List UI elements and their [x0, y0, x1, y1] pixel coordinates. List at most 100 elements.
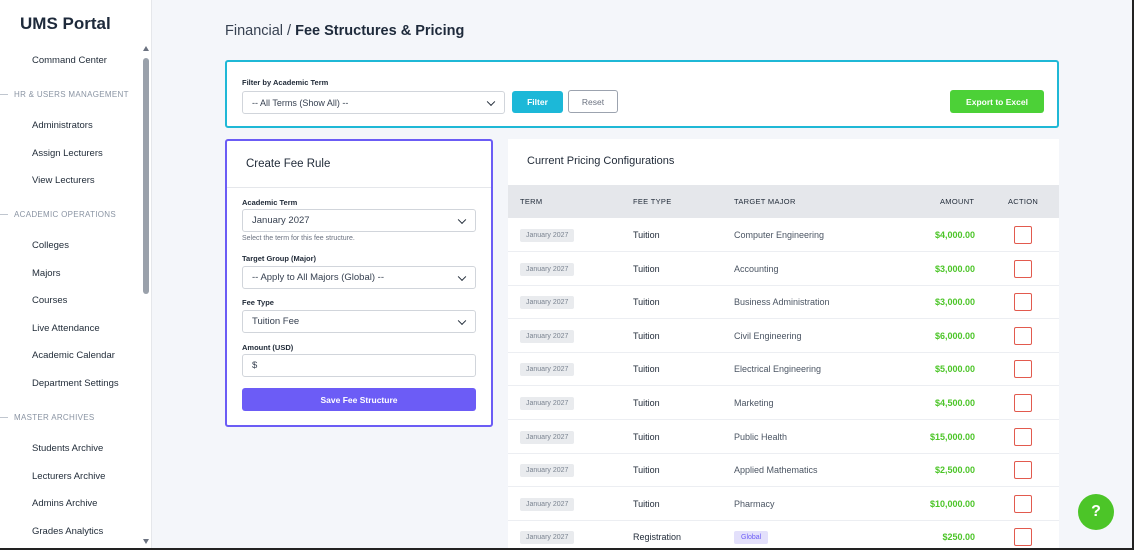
target-major-cell: Applied Mathematics [734, 465, 818, 476]
scroll-down-icon[interactable] [143, 539, 149, 544]
section-label: MASTER ARCHIVES [14, 413, 95, 422]
term-badge: January 2027 [520, 296, 575, 310]
amount-label: Amount (USD) [242, 343, 294, 352]
delete-action-button[interactable] [1014, 427, 1032, 446]
sidebar-item[interactable]: Live Attendance [32, 323, 100, 334]
amount-cell: $4,000.00 [934, 230, 975, 240]
sidebar-item[interactable]: View Lecturers [32, 175, 95, 186]
fee-type-label: Fee Type [242, 298, 274, 307]
page-title: Fee Structures & Pricing [295, 23, 465, 39]
sidebar-section-heading: HR & USERS MANAGEMENT [0, 90, 129, 99]
amount-input[interactable]: $ [242, 354, 476, 377]
delete-action-button[interactable] [1014, 326, 1032, 345]
fee-type-cell: Tuition [633, 230, 660, 240]
col-fee-type: FEE TYPE [633, 197, 672, 206]
sidebar-item[interactable]: Administrators [32, 120, 93, 131]
academic-term-select[interactable]: January 2027 [242, 209, 476, 232]
amount-cell: $250.00 [942, 532, 975, 543]
target-group-select[interactable]: -- Apply to All Majors (Global) -- [242, 266, 476, 289]
chevron-down-icon [457, 215, 467, 224]
delete-action-button[interactable] [1014, 394, 1032, 412]
academic-term-help: Select the term for this fee structure. [242, 235, 355, 242]
target-major-cell: Computer Engineering [734, 230, 825, 240]
amount-cell: $10,000.00 [929, 498, 975, 509]
term-badge: January 2027 [520, 430, 575, 444]
delete-action-button[interactable] [1014, 259, 1032, 278]
form-divider [227, 187, 491, 188]
create-fee-rule-form: Create Fee Rule Academic Term January 20… [225, 139, 493, 427]
table-row: January 2027 Tuition Marketing $4,500.00 [508, 386, 1059, 420]
amount-cell: $6,000.00 [934, 330, 975, 341]
sidebar-item[interactable]: Admins Archive [32, 498, 97, 509]
filter-button[interactable]: Filter [512, 91, 563, 113]
table-row: January 2027 Registration Global $250.00 [508, 520, 1059, 550]
term-badge: January 2027 [520, 497, 575, 511]
col-amount: AMOUNT [940, 197, 975, 206]
col-target-major: TARGET MAJOR [734, 197, 796, 206]
fee-type-cell: Tuition [633, 398, 660, 408]
fee-type-cell: Tuition [633, 364, 660, 375]
amount-cell: $3,000.00 [934, 297, 975, 308]
col-term: TERM [520, 197, 543, 206]
fee-type-cell: Tuition [633, 263, 660, 274]
export-excel-button[interactable]: Export to Excel [950, 90, 1044, 113]
sidebar-item[interactable]: Academic Calendar [32, 350, 115, 361]
breadcrumb-parent[interactable]: Financial [225, 23, 283, 39]
sidebar-item[interactable]: Colleges [32, 240, 69, 251]
target-major-cell: Accounting [734, 263, 779, 274]
scroll-up-icon[interactable] [143, 46, 149, 51]
table-row: January 2027 Tuition Public Health $15,000.… [508, 420, 1059, 454]
term-badge: January 2027 [520, 329, 575, 343]
target-major-cell: Global [734, 531, 769, 545]
delete-action-button[interactable] [1014, 293, 1032, 312]
chevron-down-icon [486, 97, 496, 106]
fee-type-cell: Registration [633, 532, 682, 543]
target-major-cell: Pharmacy [734, 498, 775, 509]
sidebar-item[interactable]: Courses [32, 295, 67, 306]
sidebar-item[interactable]: Grades Analytics [32, 526, 103, 537]
table-row: January 2027 Tuition Electrical Engineerin… [508, 352, 1059, 387]
delete-action-button[interactable] [1014, 360, 1032, 379]
table-row: January 2027 Tuition Applied Mathematics $2… [508, 453, 1059, 488]
table-title: Current Pricing Configurations [527, 155, 675, 167]
filter-panel: Filter by Academic Term -- All Terms (Sh… [225, 60, 1059, 128]
table-row: January 2027 Tuition Accounting $3,000.00 [508, 252, 1059, 286]
sidebar-item[interactable]: Majors [32, 268, 61, 279]
help-button[interactable]: ? [1078, 494, 1114, 530]
target-major-cell: Business Administration [734, 297, 830, 308]
fee-type-cell: Tuition [633, 330, 660, 341]
fee-type-cell: Tuition [633, 498, 660, 509]
sidebar-item[interactable]: Students Archive [32, 443, 103, 454]
sidebar-scrollbar[interactable] [143, 58, 149, 294]
target-major-cell: Marketing [734, 398, 774, 408]
section-label: HR & USERS MANAGEMENT [14, 90, 129, 99]
amount-cell: $5,000.00 [934, 364, 975, 375]
term-filter-select[interactable]: -- All Terms (Show All) -- [242, 91, 505, 114]
table-row: January 2027 Tuition Civil Engineering $6,0… [508, 319, 1059, 353]
target-major-cell: Electrical Engineering [734, 364, 822, 375]
delete-action-button[interactable] [1014, 528, 1032, 547]
save-fee-structure-button[interactable]: Save Fee Structure [242, 388, 476, 411]
section-divider [0, 214, 8, 216]
fee-type-select[interactable]: Tuition Fee [242, 310, 476, 333]
sidebar-item[interactable]: Lecturers Archive [32, 471, 105, 482]
sidebar-item[interactable]: Department Settings [32, 378, 119, 389]
delete-action-button[interactable] [1014, 494, 1032, 513]
table-row: January 2027 Tuition Business Administrati… [508, 285, 1059, 320]
target-group-value: -- Apply to All Majors (Global) -- [252, 272, 384, 283]
pricing-table-panel: Current Pricing Configurations TERM FEE … [508, 139, 1059, 550]
academic-term-label: Academic Term [242, 198, 298, 207]
term-badge: January 2027 [520, 397, 575, 410]
sidebar: UMS Portal Command Center HR & USERS MANA… [0, 0, 152, 550]
delete-action-button[interactable] [1014, 226, 1032, 244]
term-filter-value: -- All Terms (Show All) -- [252, 97, 349, 108]
reset-button[interactable]: Reset [568, 90, 618, 113]
sidebar-item[interactable]: Command Center [32, 55, 107, 66]
table-row: January 2027 Tuition Pharmacy $10,000.00 [508, 487, 1059, 521]
sidebar-item[interactable]: Assign Lecturers [32, 148, 103, 159]
sidebar-section-heading: ACADEMIC OPERATIONS [0, 210, 116, 219]
sidebar-section-heading: MASTER ARCHIVES [0, 413, 95, 422]
breadcrumb: Financial / Fee Structures & Pricing [225, 23, 464, 39]
amount-cell: $3,000.00 [934, 263, 975, 274]
delete-action-button[interactable] [1014, 461, 1032, 480]
